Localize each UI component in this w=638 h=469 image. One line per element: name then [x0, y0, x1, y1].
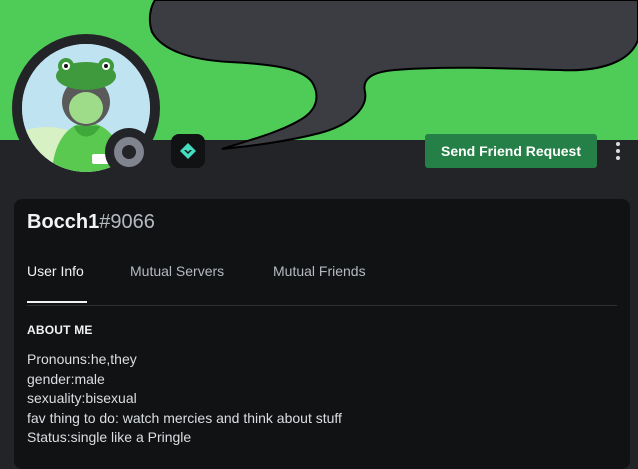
profile-tabs: User Info Mutual Servers Mutual Friends [27, 261, 617, 306]
about-line: sexuality:bisexual [27, 390, 137, 406]
about-line: Status:single like a Pringle [27, 429, 192, 445]
username-discriminator: #9066 [99, 211, 155, 233]
send-friend-request-button[interactable]: Send Friend Request [425, 134, 597, 168]
about-me-heading: ABOUT ME [27, 323, 93, 337]
profile-card: Bocch1#9066 User Info Mutual Servers Mut… [14, 199, 630, 469]
offline-status-icon [114, 137, 144, 167]
username-name: Bocch1 [27, 211, 100, 233]
active-tab-indicator [27, 301, 87, 303]
tab-user-info[interactable]: User Info [27, 263, 84, 279]
about-line: fav thing to do: watch mercies and think… [27, 409, 342, 426]
kebab-menu-icon[interactable] [608, 138, 628, 164]
tab-mutual-servers[interactable]: Mutual Servers [130, 263, 224, 279]
tab-mutual-friends[interactable]: Mutual Friends [273, 263, 366, 279]
about-line: gender:male [27, 370, 105, 387]
about-me-text: Pronouns:he,they gender:male sexuality:b… [27, 350, 342, 448]
hypesquad-balance-icon[interactable] [171, 134, 205, 168]
username: Bocch1#9066 [27, 211, 155, 234]
about-line: Pronouns:he,they [27, 351, 137, 367]
